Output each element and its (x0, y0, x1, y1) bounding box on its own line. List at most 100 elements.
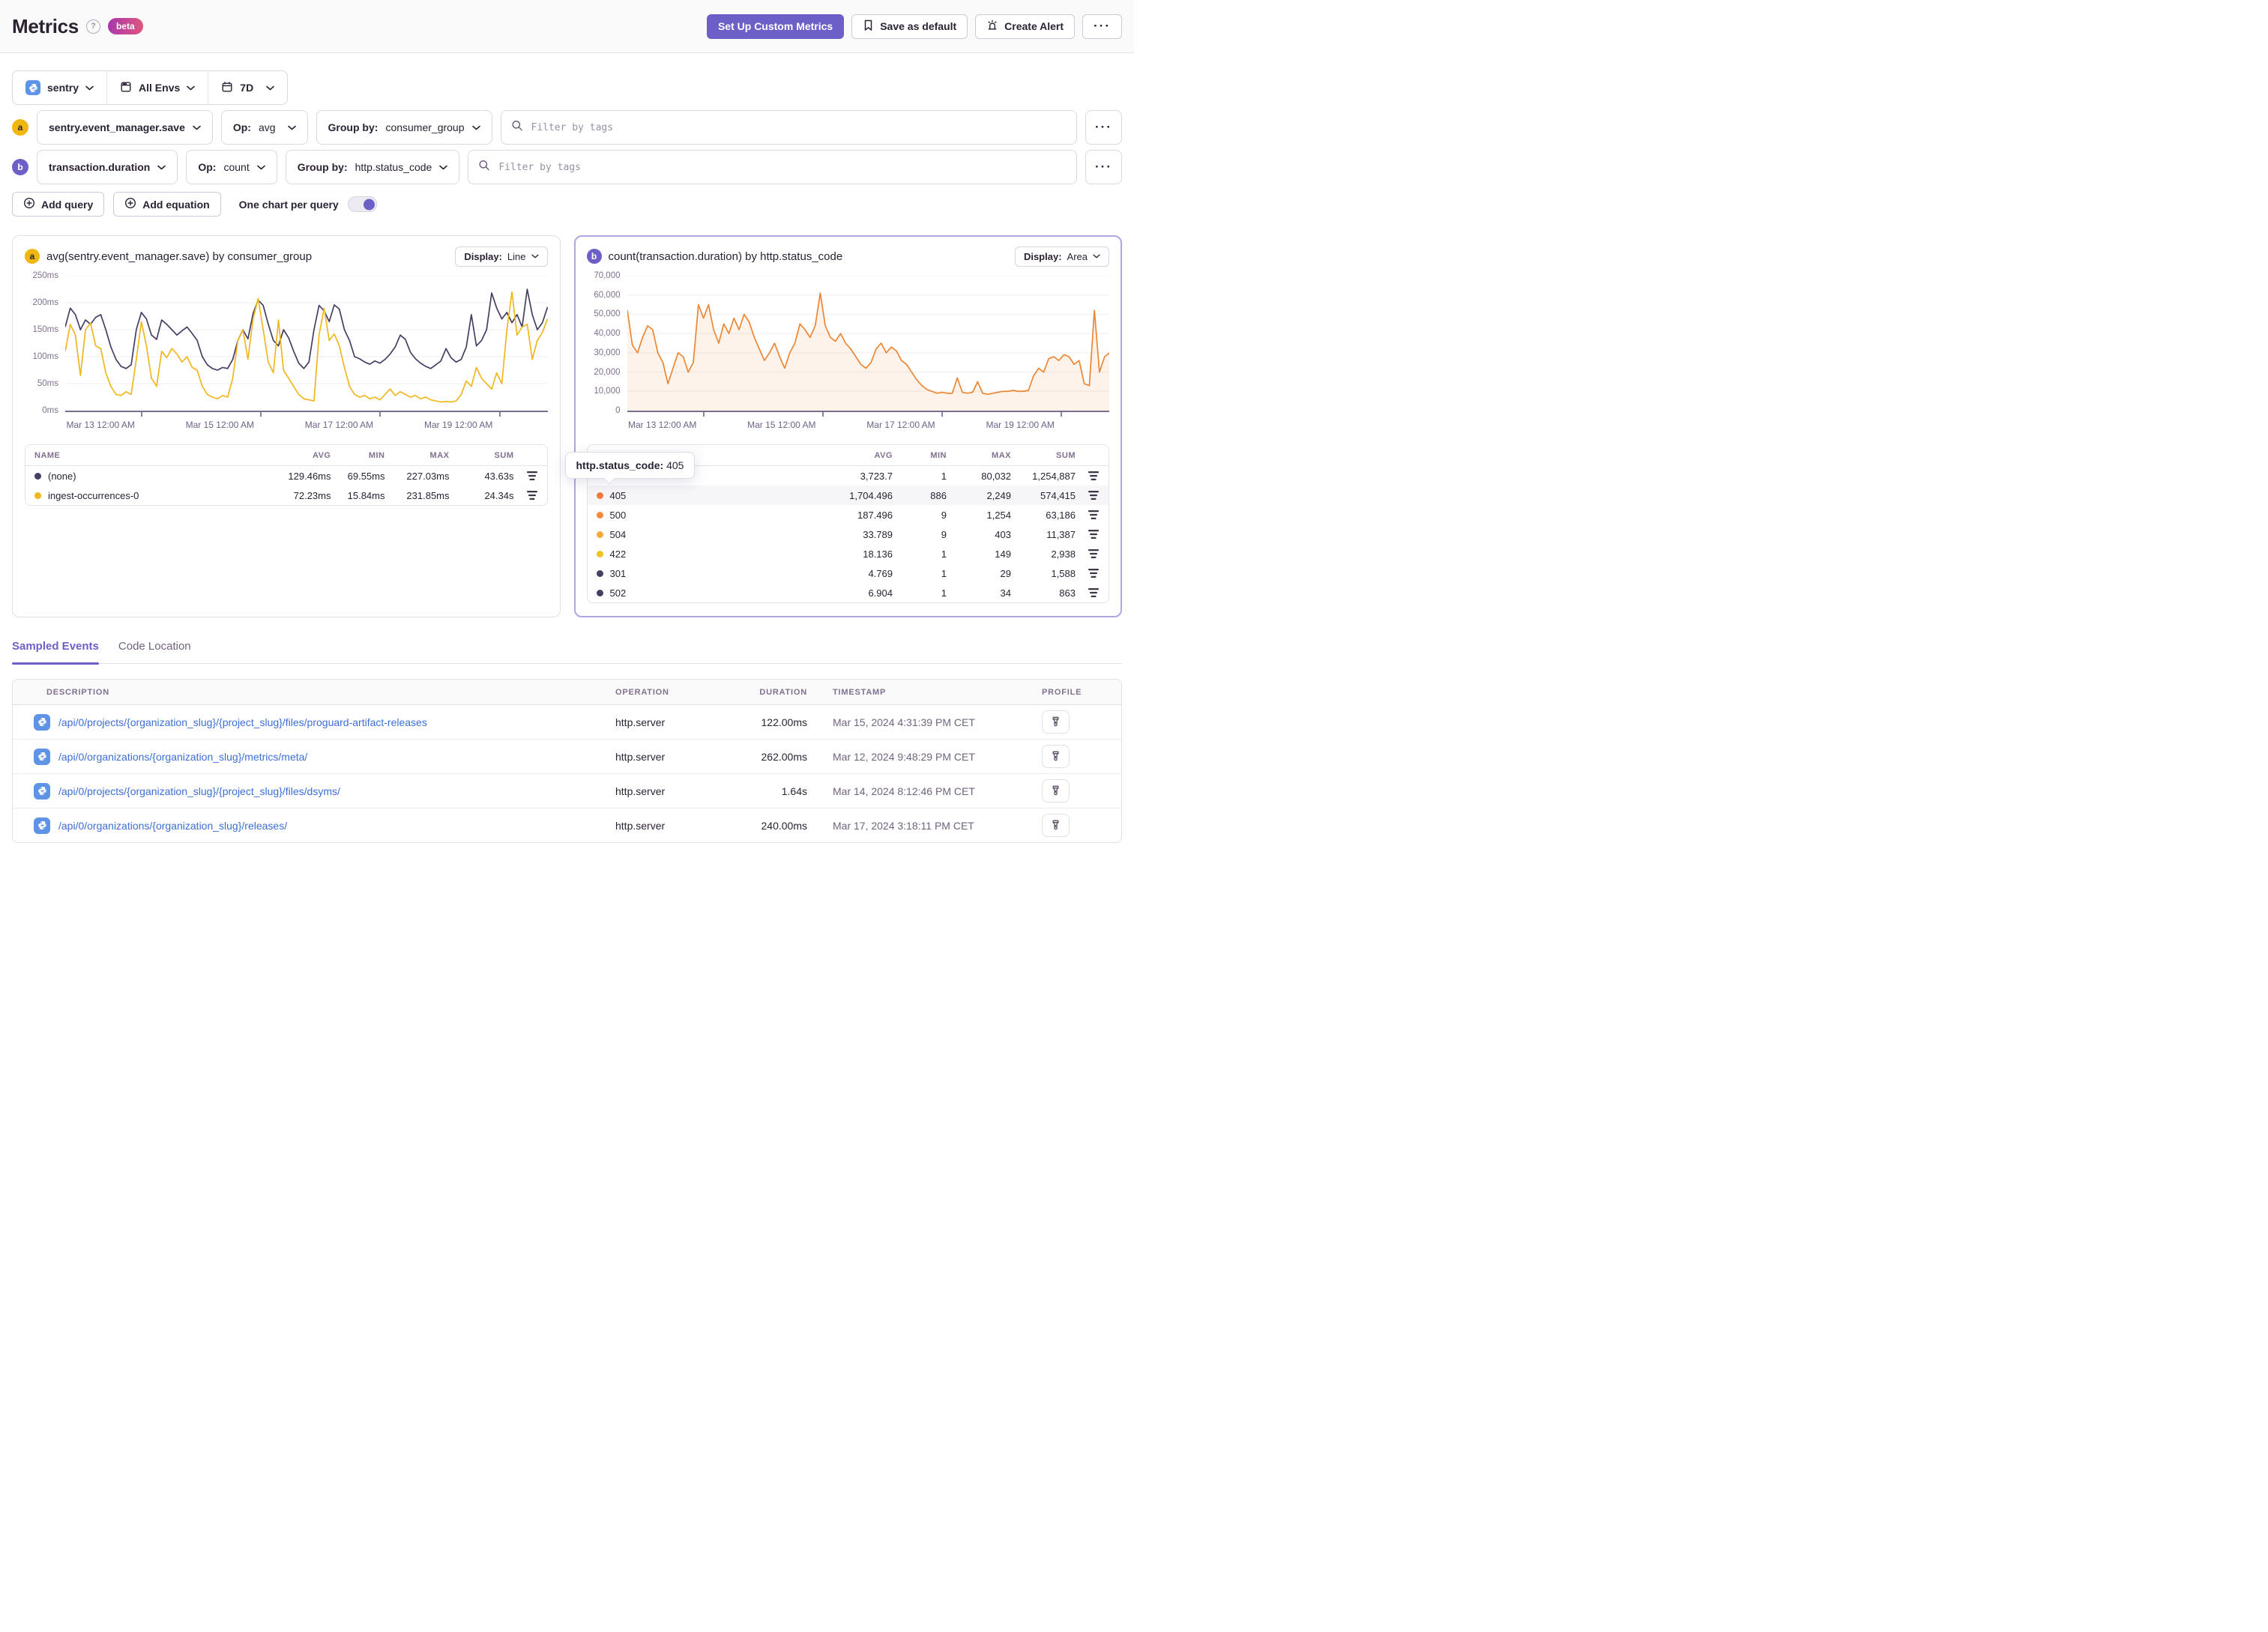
add-equation-button[interactable]: Add equation (113, 192, 221, 217)
tag-filter-b (468, 150, 1077, 184)
summary-row[interactable]: ingest-occurrences-0 72.23ms 15.84ms 231.85… (25, 486, 547, 505)
header-actions: Set Up Custom Metrics Save as default Cr… (706, 13, 1122, 39)
series-min: 15.84ms (347, 489, 385, 501)
add-query-button[interactable]: Add query (12, 192, 105, 217)
help-icon[interactable]: ? (85, 19, 100, 34)
environment-value: All Envs (139, 82, 181, 94)
summary-table: NAME AVG MIN MAX SUM (none) 129.46ms 69.55ms 227… (25, 444, 548, 506)
summary-header-row: NAME AVG MIN MAX SUM (25, 445, 547, 466)
x-labels: Mar 13 12:00 AM Mar 15 12:00 AM Mar 17 12:… (65, 418, 548, 432)
series-name-cell: 502 (596, 587, 811, 599)
profile-button[interactable] (1042, 745, 1070, 768)
event-description-link[interactable]: /api/0/organizations/{organization_slug}… (58, 820, 287, 832)
series-avg: 187.496 (857, 509, 893, 521)
event-profile-cell (1031, 710, 1121, 734)
tab-sampled-events[interactable]: Sampled Events (12, 640, 99, 665)
row-menu-icon (1088, 471, 1099, 480)
series-sum: 24.34s (484, 489, 514, 501)
tag-filter-input-b[interactable] (468, 150, 1077, 184)
events-column-header: PROFILE (1042, 687, 1082, 697)
area-chart-plot[interactable] (627, 276, 1109, 412)
display-type-select[interactable]: Display: Area (1014, 246, 1109, 267)
row-menu-button[interactable] (1088, 568, 1100, 578)
series-name-cell: 500 (596, 510, 811, 521)
metric-select-a[interactable]: sentry.event_manager.save (37, 110, 213, 145)
summary-row[interactable]: 502 6.904 1 34 863 (588, 583, 1109, 602)
tab-code-location[interactable]: Code Location (118, 640, 191, 663)
groupby-select-a[interactable]: Group by: consumer_group (316, 110, 492, 145)
summary-row[interactable]: (none) 129.46ms 69.55ms 227.03ms 43.63s (25, 466, 547, 486)
summary-column-header: MAX (429, 450, 450, 460)
row-menu-button[interactable] (1088, 471, 1100, 481)
event-operation: http.server (615, 750, 666, 763)
series-sum: 863 (1059, 587, 1076, 599)
groupby-select-b[interactable]: Group by: http.status_code (285, 150, 460, 184)
summary-row[interactable]: 422 18.136 1 149 2,938 (588, 544, 1109, 563)
sampled-events-table: DESCRIPTION OPERATION DURATION TIMESTAMP PRO… (12, 679, 1122, 843)
row-menu-icon (1088, 510, 1099, 519)
python-icon (37, 787, 46, 795)
series-avg: 33.789 (863, 528, 893, 540)
date-range-selector[interactable]: 7D (208, 71, 287, 104)
query-a-more-button[interactable] (1085, 110, 1122, 145)
chevron-down-icon (157, 165, 166, 169)
row-menu-button[interactable] (526, 490, 538, 501)
series-min: 886 (930, 489, 947, 501)
create-alert-button[interactable]: Create Alert (975, 13, 1076, 39)
ellipsis-icon (1094, 19, 1111, 34)
display-type-select[interactable]: Display: Line (455, 246, 548, 267)
search-icon (511, 120, 523, 136)
row-menu-button[interactable] (526, 471, 538, 481)
beta-badge: beta (107, 18, 143, 34)
profile-button[interactable] (1042, 814, 1070, 837)
y-tick-label: 50,000 (594, 309, 621, 319)
event-description-link[interactable]: /api/0/projects/{organization_slug}/{pro… (58, 716, 427, 728)
legend-dot (596, 492, 603, 499)
op-select-b[interactable]: Op: count (186, 150, 277, 184)
legend-dot (596, 550, 603, 557)
summary-row[interactable]: 500 187.496 9 1,254 63,186 (588, 505, 1109, 525)
row-menu-button[interactable] (1088, 510, 1100, 520)
header-more-options-button[interactable] (1082, 13, 1122, 39)
tag-filter-input-a[interactable] (500, 110, 1077, 145)
app-header: Metrics ? beta Set Up Custom Metrics Sav… (0, 0, 1134, 53)
environment-icon (120, 81, 132, 95)
event-duration: 240.00ms (761, 819, 807, 832)
profile-button[interactable] (1042, 779, 1070, 803)
series-name-cell: 422 (596, 548, 811, 560)
row-menu-button[interactable] (1088, 529, 1100, 540)
event-description-link[interactable]: /api/0/projects/{organization_slug}/{pro… (58, 785, 340, 797)
summary-row[interactable]: 301 4.769 1 29 1,588 (588, 563, 1109, 583)
event-description-cell: /api/0/projects/{organization_slug}/{pro… (13, 782, 600, 800)
row-menu-button[interactable] (1088, 587, 1100, 598)
row-menu-icon (1088, 569, 1099, 578)
y-tick-label: 50ms (37, 379, 58, 388)
line-chart-plot[interactable] (65, 276, 548, 412)
row-menu-icon (1088, 549, 1099, 558)
x-tick-label: Mar 17 12:00 AM (866, 420, 935, 430)
summary-row[interactable]: 405 1,704.496 886 2,249 574,415 (587, 486, 1109, 505)
one-chart-per-query-toggle[interactable] (347, 196, 377, 212)
chart-panel-b-header: b count(transaction.duration) by http.st… (586, 246, 1109, 267)
chart-panel-a[interactable]: a avg(sentry.event_manager.save) by cons… (12, 235, 561, 617)
metric-select-b[interactable]: transaction.duration (37, 150, 178, 184)
environment-selector[interactable]: All Envs (106, 71, 208, 104)
x-tick-mark (821, 412, 824, 417)
legend-dot (596, 569, 603, 577)
project-selector[interactable]: sentry (13, 71, 106, 104)
chart-canvas (65, 276, 548, 411)
event-description-link[interactable]: /api/0/organizations/{organization_slug}… (58, 751, 307, 763)
chart-panel-b[interactable]: b count(transaction.duration) by http.st… (564, 235, 1122, 617)
event-timestamp: Mar 14, 2024 8:12:46 PM CET (833, 785, 975, 797)
chart-title: count(transaction.duration) by http.stat… (608, 250, 843, 263)
setup-custom-metrics-button[interactable]: Set Up Custom Metrics (706, 13, 845, 39)
series-avg: 4.769 (868, 567, 893, 579)
profile-button[interactable] (1042, 710, 1070, 734)
op-select-a[interactable]: Op: avg (220, 110, 308, 145)
row-menu-button[interactable] (1088, 490, 1100, 501)
summary-row[interactable]: 504 33.789 9 403 11,387 (588, 525, 1109, 544)
save-as-default-button[interactable]: Save as default (851, 13, 968, 39)
row-menu-button[interactable] (1088, 548, 1100, 559)
series-avg: 3,723.7 (860, 470, 893, 482)
query-b-more-button[interactable] (1085, 150, 1122, 184)
